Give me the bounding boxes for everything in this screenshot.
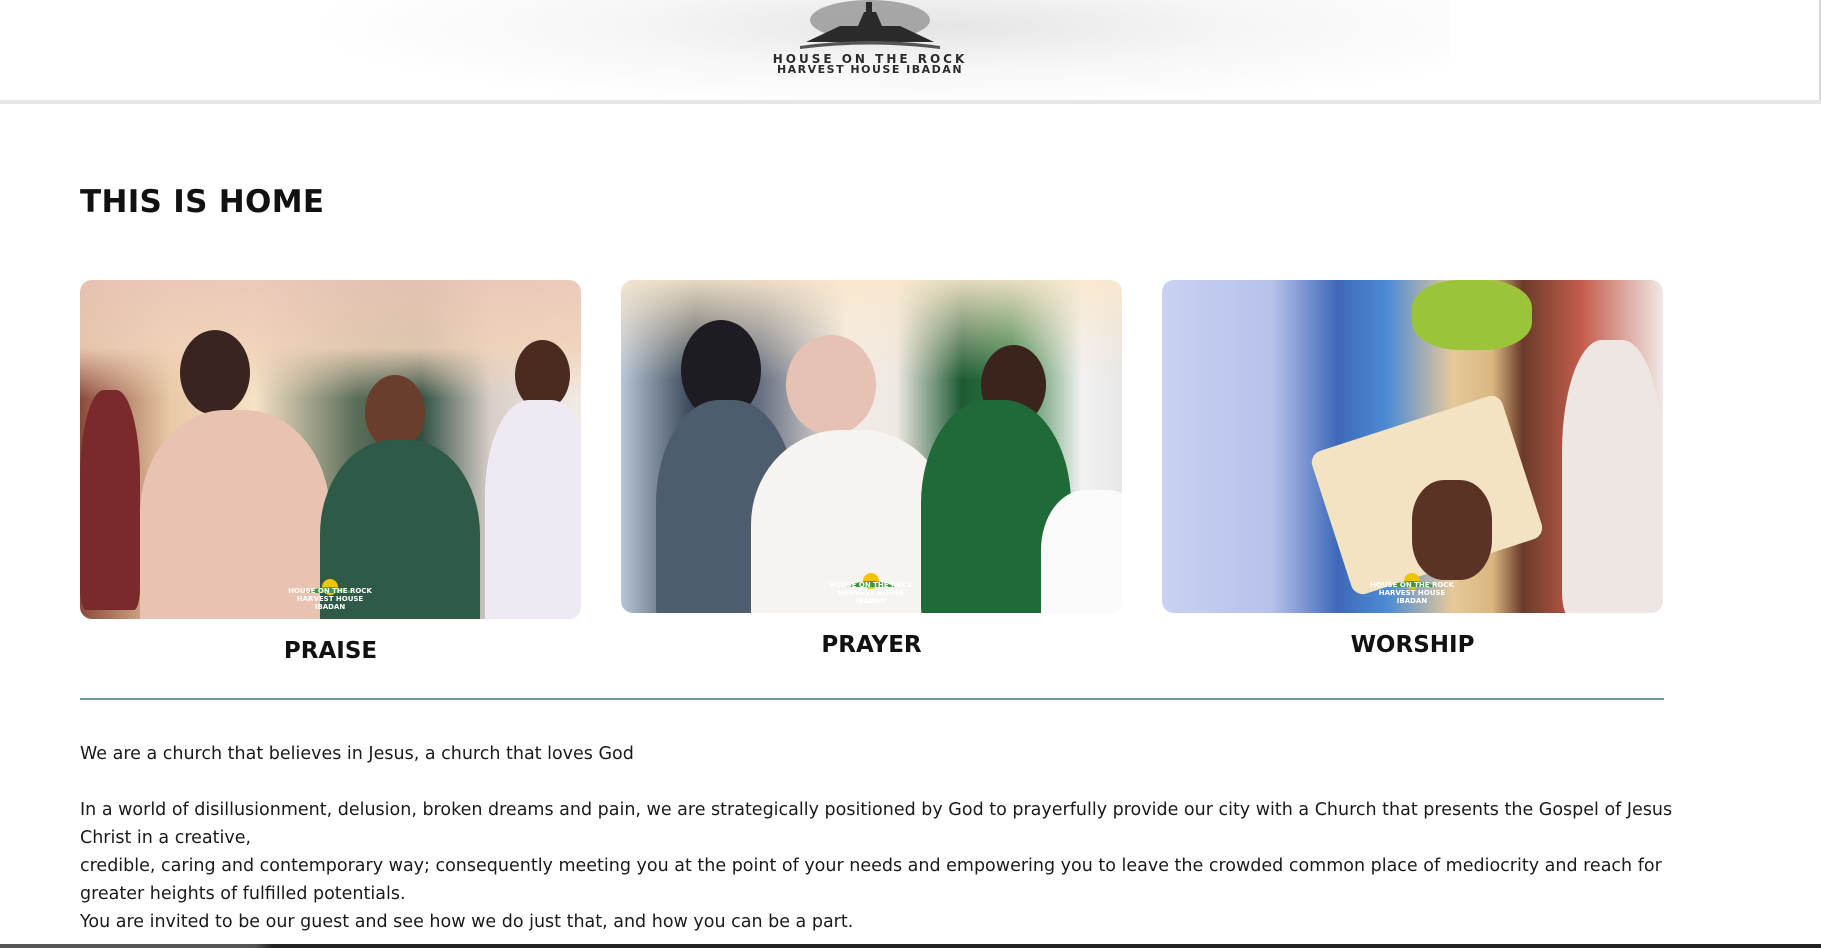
watermark-text: HOUSE ON THE ROCK HARVEST HOUSE IBADAN [829, 581, 913, 605]
card-label-worship: WORSHIP [1350, 632, 1475, 658]
intro-paragraph: We are a church that believes in Jesus, … [80, 744, 634, 764]
page: HOUSE ON THE ROCK HARVEST HOUSE IBADAN T… [0, 0, 1821, 948]
card-praise[interactable]: HOUSE ON THE ROCK HARVEST HOUSE IBADAN P… [80, 280, 581, 664]
worship-photo: HOUSE ON THE ROCK HARVEST HOUSE IBADAN [1162, 280, 1663, 613]
card-worship[interactable]: HOUSE ON THE ROCK HARVEST HOUSE IBADAN W… [1162, 280, 1663, 658]
watermark-logo: HOUSE ON THE ROCK HARVEST HOUSE IBADAN [1367, 569, 1457, 605]
site-logo[interactable]: HOUSE ON THE ROCK HARVEST HOUSE IBADAN [740, 0, 1000, 80]
watermark-logo: HOUSE ON THE ROCK HARVEST HOUSE IBADAN [826, 569, 916, 605]
section-divider [80, 698, 1664, 700]
site-header: HOUSE ON THE ROCK HARVEST HOUSE IBADAN [0, 0, 1821, 104]
window-bottom-edge [0, 944, 1821, 948]
mission-line-3: You are invited to be our guest and see … [80, 912, 854, 932]
church-roof-icon [800, 0, 940, 49]
watermark-text: HOUSE ON THE ROCK HARVEST HOUSE IBADAN [288, 587, 372, 611]
mission-line-2: credible, caring and contemporary way; c… [80, 856, 1662, 904]
logo-subtitle: HARVEST HOUSE IBADAN [776, 63, 964, 76]
watermark-logo: HOUSE ON THE ROCK HARVEST HOUSE IBADAN [285, 575, 375, 611]
watermark-text: HOUSE ON THE ROCK HARVEST HOUSE IBADAN [1370, 581, 1454, 605]
card-prayer[interactable]: HOUSE ON THE ROCK HARVEST HOUSE IBADAN P… [621, 280, 1122, 658]
about-text: We are a church that believes in Jesus, … [80, 740, 1680, 936]
prayer-photo: HOUSE ON THE ROCK HARVEST HOUSE IBADAN [621, 280, 1122, 613]
praise-photo: HOUSE ON THE ROCK HARVEST HOUSE IBADAN [80, 280, 581, 619]
section-title: THIS IS HOME [80, 184, 325, 220]
card-label-praise: PRAISE [283, 638, 378, 664]
mission-line-1: In a world of disillusionment, delusion,… [80, 800, 1673, 848]
card-label-prayer: PRAYER [821, 632, 922, 658]
